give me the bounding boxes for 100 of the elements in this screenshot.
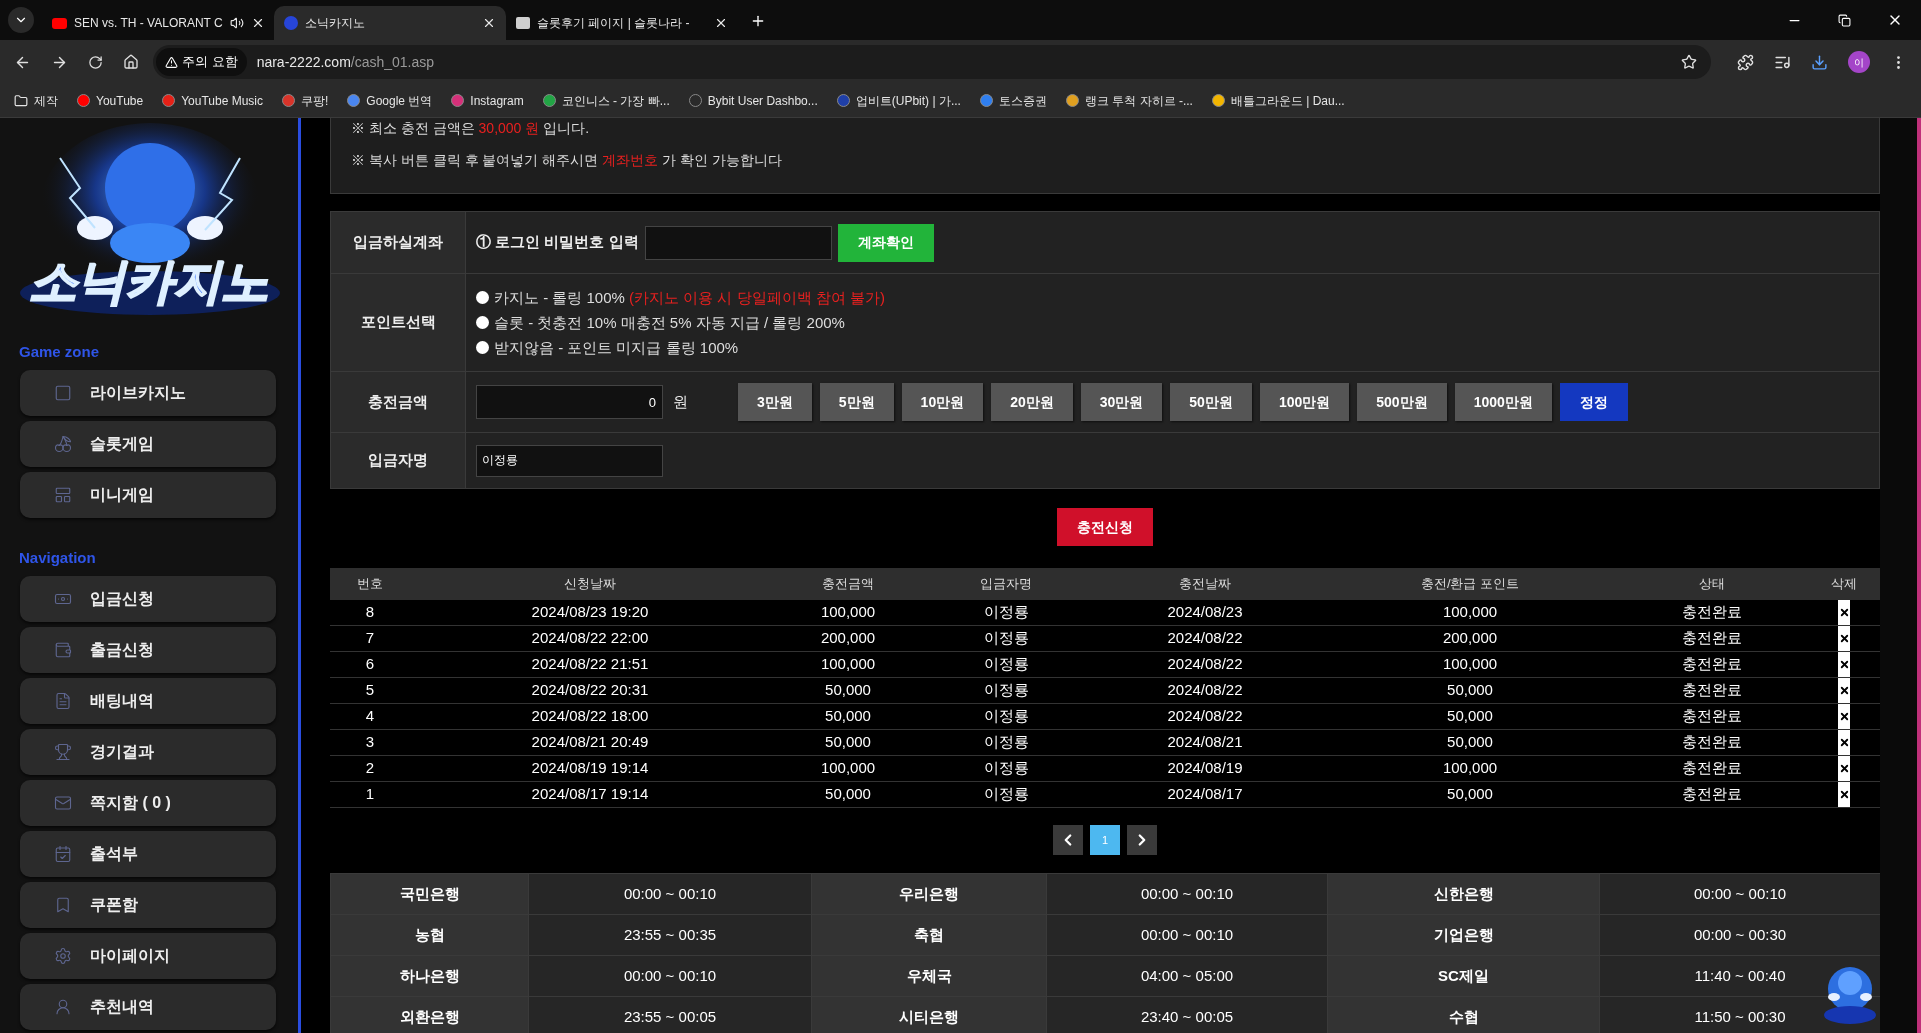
sidebar-item[interactable]: 라이브카지노 [20,370,276,416]
bookmark[interactable]: Bybit User Dashbo... [688,91,818,110]
restore-icon[interactable] [1838,13,1851,27]
calendar-icon [54,845,72,863]
browser-tab[interactable]: 슬롯후기 페이지 | 슬롯나라 - [506,6,738,40]
delete-button[interactable] [1838,652,1850,677]
download-icon[interactable] [1811,53,1828,71]
tab-list-button[interactable] [8,7,34,33]
bookmark-icon [54,896,72,914]
sidebar-item[interactable]: 마이페이지 [20,933,276,979]
next-page-button[interactable] [1127,825,1157,855]
sidebar-item[interactable]: 슬롯게임 [20,421,276,467]
amount-preset-button[interactable]: 20만원 [991,383,1073,421]
table-cell-text: 50,000 [824,706,872,727]
close-icon [1838,633,1850,644]
sidebar-item[interactable]: 출금신청 [20,627,276,673]
amount-preset-button[interactable]: 50만원 [1170,383,1252,421]
amount-preset-button[interactable]: 10만원 [901,383,984,421]
password-field[interactable] [644,225,832,260]
amount-preset-button[interactable]: 30만원 [1080,383,1163,421]
bookmark[interactable]: 쿠팡! [282,91,329,110]
amount-preset-button[interactable]: 100만원 [1259,383,1350,421]
sidebar-item[interactable]: 출석부 [20,831,276,877]
bookmark[interactable]: 배틀그라운드 | Dau... [1211,91,1345,110]
delete-button[interactable] [1838,626,1850,651]
browser-tab[interactable]: SEN vs. TH - VALORANT C [42,6,274,40]
sidebar-item[interactable]: 경기결과 [20,729,276,775]
table-cell: 00:00 ~ 00:10 [529,956,812,996]
bookmark[interactable]: 랭크 투척 자히르 -... [1065,91,1193,110]
table-cell-text: 충전완료 [1681,706,1743,727]
panel-icon [54,486,72,504]
bookmark[interactable]: Instagram [451,91,524,110]
table-cell-text: 2024/08/21 [1166,732,1244,753]
column-header: 삭제 [1830,575,1858,594]
table-cell-text: 7 [364,628,376,649]
bookmark[interactable]: YouTube [77,91,144,110]
table-cell-text: 5 [364,680,376,701]
amount-field[interactable]: 0 [476,385,663,419]
sidebar-item[interactable]: 쿠폰함 [20,882,276,928]
sidebar-item[interactable]: 미니게임 [20,472,276,518]
table-cell-text: 2 [364,758,376,779]
table-cell-text: 이정룡 [982,680,1030,701]
profile-avatar[interactable]: 이 [1848,51,1870,73]
table-cell: 농협 [331,915,529,955]
amount-preset-button[interactable]: 3만원 [738,383,812,421]
table-cell-text: 2024/08/22 21:51 [530,654,650,675]
table-cell-text: 2024/08/17 19:14 [530,784,650,805]
table-cell-text: 50,000 [824,732,872,753]
bookmark[interactable]: 업비트(UPbit) | 가... [836,91,961,110]
radio-button[interactable] [476,316,489,329]
site-icon [516,17,530,29]
star-icon[interactable] [1681,54,1697,70]
bookmark[interactable]: Google 번역 [347,91,433,110]
table-cell-text: 100,000 [819,602,877,623]
sidebar-item[interactable]: 쪽지함 ( 0 ) [20,780,276,826]
delete-button[interactable] [1838,730,1850,755]
reload-icon[interactable] [88,54,103,70]
depositor-field[interactable]: 이정룡 [476,444,663,477]
delete-button[interactable] [1838,600,1850,625]
previous-page-button[interactable] [1053,825,1083,855]
delete-button[interactable] [1838,782,1850,807]
bookmark[interactable]: 코인니스 - 가장 빠... [542,91,670,110]
sidebar-item[interactable]: 추천내역 [20,984,276,1030]
submit-button[interactable]: 충전신청 [1057,508,1153,546]
table-cell-text: 2024/08/22 [1166,680,1244,701]
table-cell: 기업은행 [1328,915,1600,955]
warning-icon [165,55,178,69]
form-label: 포인트선택 [331,274,466,371]
close-icon[interactable] [714,16,728,30]
table-cell-text: 8 [364,602,376,623]
table-cell: 04:00 ~ 05:00 [1047,956,1328,996]
sidebar-item[interactable]: 입금신청 [20,576,276,622]
address-bar[interactable]: 주의 요함 nara-2222.com/cash_01.asp [153,45,1711,79]
amount-preset-button[interactable]: 1000만원 [1454,383,1552,421]
browser-tab[interactable]: 소닉카지노 [274,6,506,40]
bookmark[interactable]: 토스증권 [979,91,1047,110]
form-label: 입금자명 [331,433,466,488]
radio-button[interactable] [476,341,489,354]
delete-button[interactable] [1838,756,1850,781]
sidebar-item[interactable]: 배팅내역 [20,678,276,724]
amount-preset-button[interactable]: 5만원 [819,383,894,421]
cherry-icon [54,435,72,453]
puzzle-icon[interactable] [1737,53,1754,71]
home-icon[interactable] [123,54,139,70]
table-cell-text: 2024/08/21 20:49 [530,732,650,753]
table-cell-text: 이정룡 [982,602,1030,623]
delete-button[interactable] [1838,704,1850,729]
radio-button[interactable] [476,291,489,304]
bookmark[interactable]: YouTube Music [162,91,263,110]
amount-preset-button[interactable]: 500만원 [1357,383,1447,421]
delete-button[interactable] [1838,678,1850,703]
new-tab-icon[interactable] [750,13,766,29]
table-cell-text: 6 [364,654,376,675]
close-icon[interactable] [482,16,496,30]
reset-button[interactable]: 정정 [1559,383,1628,421]
security-chip[interactable]: 주의 요함 [156,48,247,76]
table-cell-text: 50,000 [824,784,872,805]
bookmark[interactable]: 제작 [14,91,58,110]
table-cell-text: 50,000 [1446,732,1494,753]
trophy-icon [54,743,72,761]
